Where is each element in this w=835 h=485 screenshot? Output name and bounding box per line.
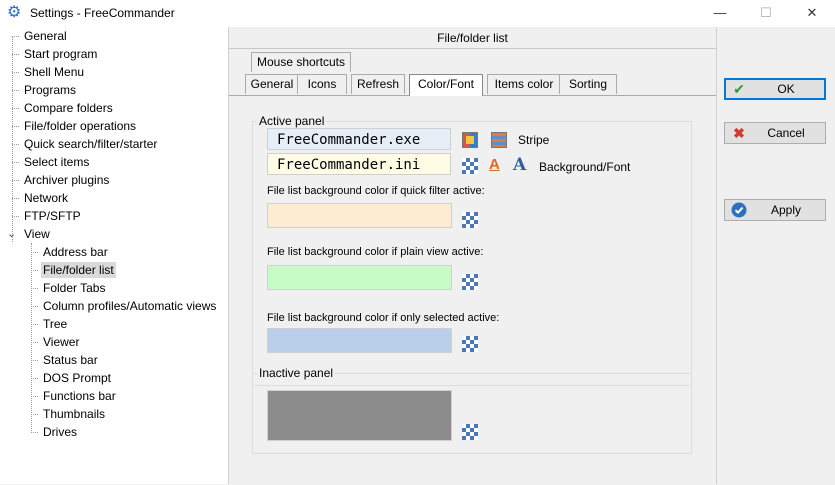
tree-item-address-bar[interactable]: Address bar xyxy=(43,243,108,261)
quick-filter-label: File list background color if quick filt… xyxy=(267,185,485,197)
tree-item-folder-tabs[interactable]: Folder Tabs xyxy=(43,279,105,297)
tab-general[interactable]: General xyxy=(245,74,299,94)
tree-item-start-program[interactable]: Start program xyxy=(24,45,97,63)
tree-item-programs[interactable]: Programs xyxy=(24,81,76,99)
tree-item-ftp-sftp[interactable]: FTP/SFTP xyxy=(24,207,81,225)
font-icon[interactable]: A xyxy=(513,155,526,175)
tree-item-file-folder-operations[interactable]: File/folder operations xyxy=(24,117,136,135)
color-picker-icon[interactable] xyxy=(462,212,478,228)
only-selected-color-swatch[interactable] xyxy=(267,328,452,353)
plain-view-color-swatch[interactable] xyxy=(267,265,452,290)
gear-icon: ⚙ xyxy=(7,4,22,21)
tree-item-compare-folders[interactable]: Compare folders xyxy=(24,99,113,117)
background-font-label: Background/Font xyxy=(539,160,631,174)
settings-content: File/folder list Mouse shortcuts General… xyxy=(229,27,717,485)
active-file-sample-ini[interactable]: FreeCommander.ini xyxy=(267,153,451,175)
tree-item-archiver-plugins[interactable]: Archiver plugins xyxy=(24,171,109,189)
cancel-button[interactable]: ✖ Cancel xyxy=(724,122,826,144)
tree-item-shell-menu[interactable]: Shell Menu xyxy=(24,63,84,81)
color-palette-icon[interactable] xyxy=(462,132,478,148)
tree-item-drives[interactable]: Drives xyxy=(43,423,77,441)
minimize-button[interactable]: — xyxy=(697,0,743,27)
tree-item-thumbnails[interactable]: Thumbnails xyxy=(43,405,105,423)
tree-item-quick-search[interactable]: Quick search/filter/starter xyxy=(24,135,157,153)
font-color-icon[interactable]: A xyxy=(489,156,500,173)
chevron-down-icon[interactable]: ⌄ xyxy=(7,227,16,240)
tab-sorting[interactable]: Sorting xyxy=(559,74,617,94)
color-font-panel: Active panel FreeCommander.exe FreeComma… xyxy=(229,95,716,485)
color-picker-icon[interactable] xyxy=(462,158,478,174)
tree-item-viewer[interactable]: Viewer xyxy=(43,333,79,351)
tree-item-file-folder-list[interactable]: File/folder list xyxy=(41,261,116,279)
page-title: File/folder list xyxy=(229,27,716,49)
stripe-label: Stripe xyxy=(518,133,550,147)
apply-button[interactable]: Apply xyxy=(724,199,826,221)
maximize-button[interactable]: ☐ xyxy=(743,0,789,27)
window-title: Settings - FreeCommander xyxy=(30,6,175,20)
active-file-sample-exe[interactable]: FreeCommander.exe xyxy=(267,128,451,150)
tree-item-tree[interactable]: Tree xyxy=(43,315,67,333)
color-picker-icon[interactable] xyxy=(462,336,478,352)
active-panel-legend: Active panel xyxy=(259,114,325,128)
color-picker-icon[interactable] xyxy=(462,424,478,440)
settings-tree: General Start program Shell Menu Program… xyxy=(0,27,229,484)
tree-item-general[interactable]: General xyxy=(24,27,67,45)
title-bar: ⚙ Settings - FreeCommander — ☐ ✕ xyxy=(0,0,835,27)
tree-item-status-bar[interactable]: Status bar xyxy=(43,351,98,369)
quick-filter-color-swatch[interactable] xyxy=(267,203,452,228)
tree-item-dos-prompt[interactable]: DOS Prompt xyxy=(43,369,111,387)
only-selected-label: File list background color if only selec… xyxy=(267,312,500,324)
tree-item-network[interactable]: Network xyxy=(24,189,68,207)
stripe-icon[interactable] xyxy=(491,132,507,148)
tree-item-select-items[interactable]: Select items xyxy=(24,153,89,171)
tab-mouse-shortcuts[interactable]: Mouse shortcuts xyxy=(251,52,351,72)
inactive-panel-color-swatch[interactable] xyxy=(267,390,452,441)
tab-icons[interactable]: Icons xyxy=(297,74,347,94)
close-button[interactable]: ✕ xyxy=(789,0,835,27)
ok-button[interactable]: ✔ OK xyxy=(724,78,826,100)
tree-item-view[interactable]: View xyxy=(24,225,50,243)
tree-item-column-profiles[interactable]: Column profiles/Automatic views xyxy=(43,297,216,315)
tree-item-functions-bar[interactable]: Functions bar xyxy=(43,387,116,405)
plain-view-label: File list background color if plain view… xyxy=(267,246,484,258)
tab-items-color[interactable]: Items color xyxy=(487,74,561,94)
color-picker-icon[interactable] xyxy=(462,274,478,290)
inactive-panel-legend: Inactive panel xyxy=(259,366,334,380)
tab-color-font[interactable]: Color/Font xyxy=(409,74,483,96)
tab-refresh[interactable]: Refresh xyxy=(351,74,405,94)
